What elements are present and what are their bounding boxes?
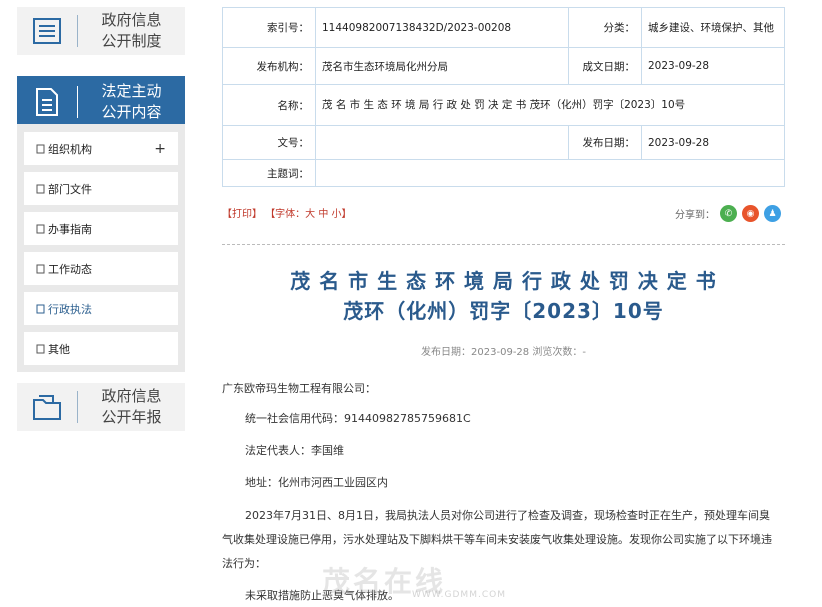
watermark-url: WWW.GDMM.COM: [412, 590, 506, 600]
category-value: 城乡建设、环境保护、其他: [641, 7, 785, 48]
index-value: 11440982007138432D/2023-00208: [315, 7, 569, 48]
article-toolbar: 【打印】 【字体：大 中 小】 分享到： ✆ ◉ ♟: [222, 205, 785, 225]
name-value: 茂 名 市 生 态 环 境 局 行 政 处 罚 决 定 书 茂环（化州）罚字〔2…: [315, 84, 785, 126]
publisher-label: 发布机构：: [222, 47, 316, 85]
qq-icon[interactable]: ♟: [764, 205, 781, 222]
sub-item-work-updates[interactable]: 工作动态: [24, 252, 178, 285]
sidebar: 政府信息 公开制度 法定主动 公开内容 组织机构 + 部门文件 办事指南 工作动态 行…: [0, 0, 200, 603]
sub-item-label: 部门文件: [48, 182, 92, 196]
publish-date-value: 2023-09-28: [641, 125, 785, 160]
sub-item-organization[interactable]: 组织机构 +: [24, 132, 178, 165]
written-date-label: 成文日期：: [568, 47, 642, 85]
sub-item-label: 行政执法: [48, 302, 92, 316]
paragraph: 2023年7月31日、8月1日，我局执法人员对你公司进行了检查及调查，现场检查时…: [245, 509, 770, 522]
nav-card-disclosure-system[interactable]: 政府信息 公开制度: [17, 7, 185, 55]
article-title: 茂 名 市 生 态 环 境 局 行 政 处 罚 决 定 书 茂环（化州）罚字〔2…: [222, 266, 785, 326]
page-icon: [36, 184, 45, 194]
sub-item-label: 其他: [48, 342, 70, 356]
nav-card-annual-report[interactable]: 政府信息 公开年报: [17, 383, 185, 431]
nav-card-statutory-content[interactable]: 法定主动 公开内容: [17, 76, 185, 128]
sub-menu: 组织机构 + 部门文件 办事指南 工作动态 行政执法 其他: [17, 124, 185, 372]
doc-number-label: 文号：: [222, 125, 316, 160]
written-date-value: 2023-09-28: [641, 47, 785, 85]
name-label: 名称：: [222, 84, 316, 126]
page-icon: [36, 144, 45, 154]
font-size-selector[interactable]: 【字体：大 中 小】: [265, 209, 351, 220]
index-label: 索引号：: [222, 7, 316, 48]
sub-item-label: 组织机构: [48, 142, 92, 156]
paragraph: 法定代表人：李国维: [245, 444, 344, 457]
print-button[interactable]: 【打印】: [222, 209, 262, 220]
share-bar: 分享到： ✆ ◉ ♟: [675, 205, 781, 222]
document-list-icon: [17, 7, 77, 55]
paragraph: 广东欧帝玛生物工程有限公司：: [222, 382, 376, 395]
nav-card-label: 公开内容: [101, 103, 162, 121]
paragraph: 法行为：: [222, 557, 266, 570]
metadata-table: 索引号： 11440982007138432D/2023-00208 分类： 城…: [222, 7, 785, 187]
title-line-2: 茂环（化州）罚字〔2023〕10号: [343, 299, 664, 323]
keywords-label: 主题词：: [222, 159, 316, 187]
paragraph: 统一社会信用代码：91440982785759681C: [245, 412, 471, 425]
weibo-icon[interactable]: ◉: [742, 205, 759, 222]
page-icon: [36, 224, 45, 234]
folder-icon: [17, 383, 77, 431]
title-line-1: 茂 名 市 生 态 环 境 局 行 政 处 罚 决 定 书: [290, 269, 717, 293]
page-icon: [36, 264, 45, 274]
nav-card-label: 政府信息: [101, 387, 162, 405]
publish-date-label: 发布日期：: [568, 125, 642, 160]
nav-card-label: 公开年报: [101, 408, 162, 426]
document-icon: [17, 78, 77, 126]
divider: [222, 244, 785, 245]
paragraph: 气收集处理设施已停用，污水处理站及下脚料烘干等车间未安装废气收集处理设施。发现你…: [222, 533, 772, 546]
nav-card-label: 公开制度: [101, 32, 162, 50]
sub-item-service-guide[interactable]: 办事指南: [24, 212, 178, 245]
paragraph: 地址：化州市河西工业园区内: [245, 476, 388, 489]
page-icon: [36, 304, 45, 314]
sub-item-label: 办事指南: [48, 222, 92, 236]
expand-plus-icon[interactable]: +: [154, 141, 166, 157]
sub-item-label: 工作动态: [48, 262, 92, 276]
doc-number-value: [315, 125, 569, 160]
page-icon: [36, 344, 45, 354]
wechat-icon[interactable]: ✆: [720, 205, 737, 222]
keywords-value: [315, 159, 785, 187]
category-label: 分类：: [568, 7, 642, 48]
nav-card-label: 法定主动: [101, 82, 162, 100]
sub-item-other[interactable]: 其他: [24, 332, 178, 365]
nav-card-label: 政府信息: [101, 11, 162, 29]
sub-item-law-enforcement[interactable]: 行政执法: [24, 292, 178, 325]
share-label: 分享到：: [675, 210, 715, 221]
publish-info: 发布日期：2023-09-28 浏览次数：-: [421, 347, 586, 358]
publisher-value: 茂名市生态环境局化州分局: [315, 47, 569, 85]
sub-item-department-files[interactable]: 部门文件: [24, 172, 178, 205]
